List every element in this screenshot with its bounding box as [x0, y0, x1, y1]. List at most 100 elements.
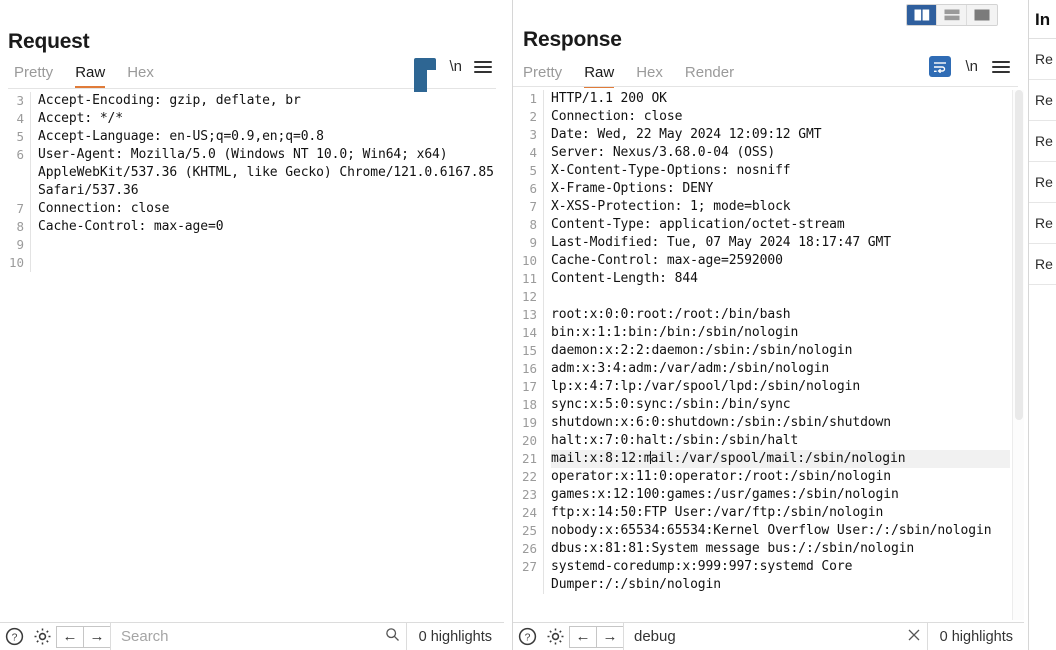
line-number: 10	[521, 253, 537, 268]
request-line-numbers: 3 4 5 6 7 8 9 10	[0, 92, 30, 272]
line-number: 27	[521, 559, 537, 574]
code-line: X-Frame-Options: DENY	[551, 181, 714, 196]
layout-split-vertical-button[interactable]	[907, 5, 937, 25]
code-line: Server: Nexus/3.68.0-04 (OSS)	[551, 145, 776, 160]
code-line: dbus:x:81:81:System message bus:/:/sbin/…	[551, 541, 915, 556]
request-editor[interactable]: 3 4 5 6 7 8 9 10 Accept-Encoding: gzip, deflate…	[0, 92, 504, 622]
layout-single-pane-button[interactable]	[967, 5, 997, 25]
response-panel-title: Response	[523, 28, 622, 51]
line-number: 3	[529, 127, 537, 142]
code-line: mail:x:8:12:mail:/var/spool/mail:/sbin/n…	[551, 450, 1010, 468]
line-number: 19	[521, 415, 537, 430]
response-editor[interactable]: 1 2 3 4 5 6 7 8 9 10 11 12 13 14 15 16 17 18 19 20 21 22 23 24 2…	[513, 90, 1010, 622]
response-search-field[interactable]	[623, 623, 927, 650]
tab-response-render[interactable]: Render	[685, 64, 734, 88]
request-panel-title: Request	[8, 30, 90, 53]
clear-x-icon[interactable]	[901, 628, 927, 646]
code-line: systemd-coredump:x:999:997:systemd Core …	[551, 559, 861, 592]
code-line: X-Content-Type-Options: nosniff	[551, 163, 791, 178]
line-number: 7	[529, 199, 537, 214]
request-code[interactable]: Accept-Encoding: gzip, deflate, br Accept…	[30, 92, 504, 272]
tab-response-pretty[interactable]: Pretty	[523, 64, 562, 88]
inspector-section-item[interactable]: Re	[1029, 244, 1056, 285]
gear-icon[interactable]	[541, 624, 569, 650]
svg-text:?: ?	[524, 632, 530, 643]
response-bottom-bar: ? ← → 0 highlights	[513, 622, 1024, 650]
code-line: Accept: */*	[38, 111, 123, 126]
line-number: 5	[529, 163, 537, 178]
code-line: Cache-Control: max-age=2592000	[551, 253, 783, 268]
tab-response-raw[interactable]: Raw	[584, 64, 615, 88]
request-header-actions: \n	[449, 58, 492, 75]
inspector-section-item[interactable]: Re	[1029, 121, 1056, 162]
magnifier-icon[interactable]	[380, 627, 406, 646]
text-caret	[650, 451, 652, 464]
response-panel: Response Pretty Raw Hex Render \n 123456…	[512, 0, 1024, 650]
word-wrap-icon[interactable]	[929, 56, 952, 77]
code-line: halt:x:7:0:halt:/sbin:/sbin/halt	[551, 433, 799, 448]
code-line: Last-Modified: Tue, 07 May 2024 18:17:47…	[551, 235, 891, 250]
word-wrap-icon[interactable]	[414, 58, 436, 70]
tab-request-pretty[interactable]: Pretty	[14, 64, 53, 88]
request-tabs: Pretty Raw Hex	[14, 58, 154, 88]
response-tabs: Pretty Raw Hex Render	[523, 58, 734, 88]
search-back-button[interactable]: ←	[56, 625, 84, 648]
hamburger-menu-icon[interactable]	[474, 60, 492, 73]
line-number: 20	[521, 433, 537, 448]
svg-text:?: ?	[11, 632, 17, 643]
request-panel: Request Pretty Raw Hex \n 3 4 5 6 7 8 9 10 Acce…	[0, 0, 504, 650]
response-line-numbers: 1 2 3 4 5 6 7 8 9 10 11 12 13 14 15 16 17 18 19 20 21 22 23 24 2…	[513, 90, 543, 594]
inspector-section-item[interactable]: Re	[1029, 39, 1056, 80]
tab-request-hex[interactable]: Hex	[127, 64, 154, 88]
line-number: 2	[529, 109, 537, 124]
inspector-section-item[interactable]: Re	[1029, 162, 1056, 203]
line-number: 3	[16, 93, 24, 108]
inspector-section-item[interactable]: Re	[1029, 80, 1056, 121]
line-number: 24	[521, 505, 537, 520]
code-line: games:x:12:100:games:/usr/games:/sbin/no…	[551, 487, 899, 502]
line-number: 14	[521, 325, 537, 340]
request-search-field[interactable]	[110, 623, 406, 650]
line-number: 8	[529, 217, 537, 232]
layout-split-horizontal-button[interactable]	[937, 5, 967, 25]
help-circle-icon[interactable]: ?	[513, 624, 541, 650]
line-number: 9	[529, 235, 537, 250]
line-number: 1	[529, 91, 537, 106]
code-line: User-Agent: Mozilla/5.0 (Windows NT 10.0…	[38, 147, 502, 198]
code-line: Connection: close	[551, 109, 683, 124]
search-input[interactable]	[634, 628, 901, 645]
line-number: 7	[16, 201, 24, 216]
code-line: Accept-Encoding: gzip, deflate, br	[38, 93, 301, 108]
response-scrollbar-thumb[interactable]	[1015, 90, 1023, 420]
search-forward-button[interactable]: →	[596, 625, 624, 648]
response-scrollbar[interactable]	[1012, 90, 1024, 620]
inspector-section-item[interactable]: Re	[1029, 203, 1056, 244]
tab-response-hex[interactable]: Hex	[636, 64, 663, 88]
code-line: adm:x:3:4:adm:/var/adm:/sbin/nologin	[551, 361, 830, 376]
code-line: lp:x:4:7:lp:/var/spool/lpd:/sbin/nologin	[551, 379, 861, 394]
code-line: nobody:x:65534:65534:Kernel Overflow Use…	[551, 523, 992, 538]
line-number: 9	[16, 237, 24, 252]
search-back-button[interactable]: ←	[569, 625, 597, 648]
hamburger-menu-icon[interactable]	[992, 60, 1010, 73]
search-forward-button[interactable]: →	[83, 625, 111, 648]
search-input[interactable]	[121, 628, 380, 645]
response-highlight-count: 0 highlights	[926, 623, 1024, 650]
line-number: 15	[521, 343, 537, 358]
code-line: root:x:0:0:root:/root:/bin/bash	[551, 307, 791, 322]
code-line: Cache-Control: max-age=0	[38, 219, 224, 234]
line-number: 16	[521, 361, 537, 376]
response-newline-toggle[interactable]: \n	[965, 58, 978, 75]
code-line: bin:x:1:1:bin:/bin:/sbin/nologin	[551, 325, 799, 340]
response-code[interactable]: HTTP/1.1 200 OK Connection: close Date: We…	[543, 90, 1010, 594]
inspector-side-panel: In Re Re Re Re Re Re	[1028, 0, 1056, 650]
help-circle-icon[interactable]: ?	[0, 624, 28, 650]
request-newline-toggle[interactable]: \n	[449, 58, 462, 75]
gear-icon[interactable]	[28, 624, 56, 650]
line-number: 22	[521, 469, 537, 484]
request-highlight-count: 0 highlights	[405, 623, 504, 650]
tab-request-raw[interactable]: Raw	[75, 64, 106, 88]
